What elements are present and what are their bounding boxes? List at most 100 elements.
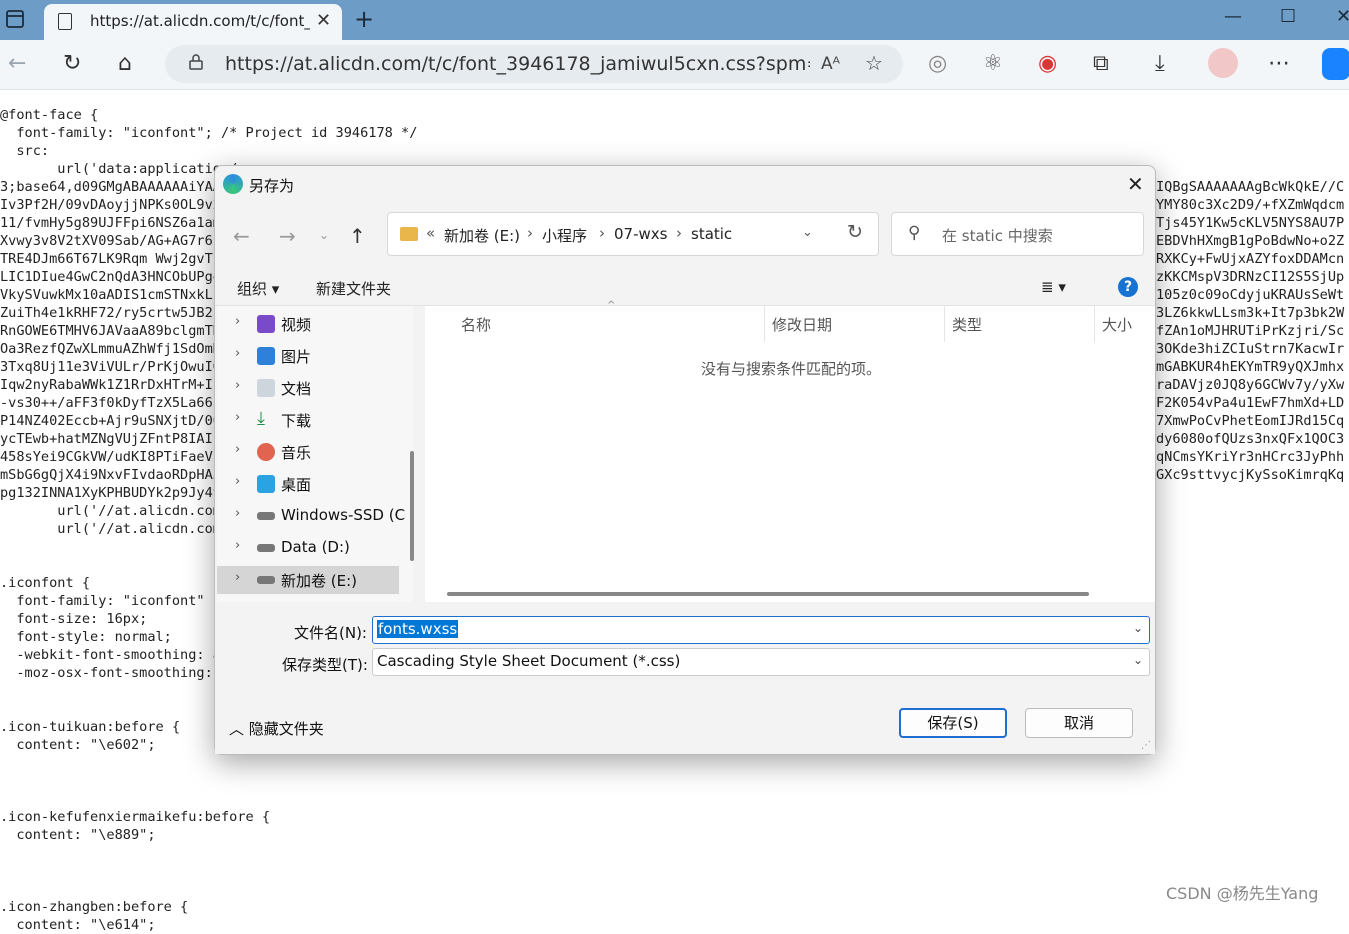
back-icon[interactable]: ←: [8, 51, 26, 76]
extensions-icon[interactable]: ⧉: [1093, 51, 1109, 76]
tree-item-videos[interactable]: › 视频: [217, 310, 399, 338]
dialog-close-icon[interactable]: ✕: [1127, 172, 1144, 196]
save-as-dialog: 另存为 ✕ ← → ⌄ ↑ « 新加卷 (E:) › 小程序 › 07-wxs …: [214, 165, 1156, 755]
hide-folders-label: 隐藏文件夹: [248, 720, 324, 738]
nav-recent-icon[interactable]: ⌄: [319, 228, 329, 242]
chevron-down-icon[interactable]: ⌄: [1133, 621, 1143, 635]
drive-icon: [257, 544, 275, 552]
filename-input[interactable]: fonts.wxss ⌄: [372, 616, 1150, 644]
column-name[interactable]: 名称: [461, 314, 491, 335]
nav-up-icon[interactable]: ↑: [349, 224, 366, 248]
tab-title: https://at.alicdn.com/t/c/font_39: [90, 12, 310, 30]
tree-label: 桌面: [281, 476, 312, 494]
tree-item-drive-d[interactable]: › Data (D:): [217, 534, 399, 562]
tree-item-desktop[interactable]: › 桌面: [217, 470, 399, 498]
crumb-sep-icon: ›: [676, 224, 682, 242]
tree-item-documents[interactable]: › 文档: [217, 374, 399, 402]
chevron-right-icon[interactable]: ›: [235, 570, 240, 585]
hide-folders-toggle[interactable]: ︿ 隐藏文件夹: [229, 718, 324, 739]
bing-copilot-icon[interactable]: [1322, 48, 1349, 80]
chevron-down-icon[interactable]: ⌄: [1133, 653, 1143, 667]
chevron-right-icon[interactable]: ›: [235, 314, 240, 329]
tab-actions-icon[interactable]: [0, 0, 30, 40]
filename-value[interactable]: fonts.wxss: [377, 620, 459, 638]
path-dropdown-icon[interactable]: ⌄: [802, 225, 813, 240]
favorite-add-icon[interactable]: ☆: [865, 51, 883, 75]
browser-titlebar: https://at.alicdn.com/t/c/font_39 ✕ + — …: [0, 0, 1349, 40]
react-devtools-icon[interactable]: ⚛: [983, 51, 1003, 76]
crumb-static[interactable]: static: [691, 225, 732, 243]
tree-item-drive-c[interactable]: › Windows-SSD (C: [217, 502, 405, 530]
music-folder-icon: [257, 443, 275, 461]
refresh-icon[interactable]: ↻: [63, 51, 81, 76]
column-modified[interactable]: 修改日期: [772, 314, 832, 335]
tree-item-music[interactable]: › 音乐: [217, 438, 399, 466]
video-folder-icon: [257, 315, 275, 333]
tree-scrollbar[interactable]: [410, 451, 414, 561]
extension-colorful-icon[interactable]: ◉: [1038, 51, 1057, 76]
url-text[interactable]: https://at.alicdn.com/t/c/font_3946178_j…: [225, 53, 810, 75]
chevron-right-icon[interactable]: ›: [235, 538, 240, 553]
column-divider[interactable]: [944, 306, 945, 342]
page-icon: [58, 13, 72, 30]
empty-message: 没有与搜索条件匹配的项。: [701, 360, 882, 378]
tree-item-pictures[interactable]: › 图片: [217, 342, 399, 370]
organize-menu[interactable]: 组织 ▾: [237, 278, 279, 299]
tree-item-drive-e[interactable]: › 新加卷 (E:): [217, 566, 399, 594]
chevron-right-icon[interactable]: ›: [235, 410, 240, 425]
read-aloud-icon[interactable]: Aᴬ: [821, 54, 840, 74]
maximize-icon[interactable]: ☐: [1280, 6, 1296, 27]
close-tab-icon[interactable]: ✕: [316, 10, 331, 31]
cancel-button[interactable]: 取消: [1025, 708, 1133, 738]
minimize-icon[interactable]: —: [1224, 6, 1242, 27]
save-button[interactable]: 保存(S): [899, 708, 1007, 738]
path-prefix: «: [426, 224, 436, 242]
chevron-right-icon[interactable]: ›: [235, 346, 240, 361]
tree-label: 新加卷 (E:): [281, 572, 358, 590]
list-scrollbar[interactable]: [447, 592, 1089, 596]
help-icon[interactable]: ?: [1118, 277, 1138, 297]
tree-label: 音乐: [281, 444, 312, 462]
chevron-right-icon[interactable]: ›: [235, 506, 240, 521]
view-options-icon[interactable]: ≣ ▾: [1041, 278, 1066, 296]
new-folder-button[interactable]: 新建文件夹: [316, 278, 391, 299]
chevron-up-icon: ︿: [229, 720, 249, 738]
crumb-drive[interactable]: 新加卷 (E:): [444, 225, 520, 246]
tree-label: 视频: [281, 316, 312, 334]
filename-label: 文件名(N):: [294, 624, 367, 642]
column-divider[interactable]: [1094, 306, 1095, 342]
address-bar[interactable]: https://at.alicdn.com/t/c/font_3946178_j…: [165, 45, 903, 83]
chevron-right-icon[interactable]: ›: [235, 378, 240, 393]
sort-indicator-icon: ^: [607, 300, 616, 311]
nav-forward-icon[interactable]: →: [279, 224, 296, 248]
profile-avatar[interactable]: [1208, 48, 1238, 78]
downloads-icon[interactable]: ⤓: [1155, 51, 1165, 76]
browser-tab[interactable]: https://at.alicdn.com/t/c/font_39 ✕: [44, 4, 342, 40]
column-type[interactable]: 类型: [952, 314, 982, 335]
new-tab-icon[interactable]: +: [354, 5, 374, 33]
column-divider[interactable]: [764, 306, 765, 342]
drive-icon: [257, 512, 275, 520]
watermark: CSDN @杨先生Yang: [1166, 884, 1319, 903]
resize-grip-icon[interactable]: ⋰: [1141, 740, 1151, 751]
chevron-right-icon[interactable]: ›: [235, 474, 240, 489]
crumb-sep-icon: ›: [527, 224, 533, 242]
home-icon[interactable]: ⌂: [118, 51, 132, 76]
filetype-select[interactable]: Cascading Style Sheet Document (*.css) ⌄: [372, 648, 1150, 676]
path-breadcrumb[interactable]: « 新加卷 (E:) › 小程序 › 07-wxs › static ⌄ ↻: [387, 212, 879, 256]
column-size[interactable]: 大小: [1102, 314, 1132, 335]
close-window-icon[interactable]: ✕: [1336, 6, 1349, 27]
crumb-sep-icon: ›: [599, 224, 605, 242]
extension-icon[interactable]: ◎: [928, 51, 947, 76]
path-refresh-icon[interactable]: ↻: [847, 221, 863, 243]
chevron-right-icon[interactable]: ›: [235, 442, 240, 457]
crumb-07-wxs[interactable]: 07-wxs: [614, 225, 667, 243]
search-box[interactable]: ⚲ 在 static 中搜索: [891, 212, 1144, 256]
nav-back-icon[interactable]: ←: [233, 224, 250, 248]
crumb-miniprogram[interactable]: 小程序: [542, 225, 587, 246]
tree-item-downloads[interactable]: › ⤓ 下载: [217, 406, 399, 434]
more-menu-icon[interactable]: ⋯: [1268, 51, 1290, 76]
desktop-folder-icon: [257, 475, 275, 493]
edge-logo-icon: [223, 174, 243, 194]
command-bar: 组织 ▾ 新建文件夹 ≣ ▾ ?: [215, 268, 1155, 306]
